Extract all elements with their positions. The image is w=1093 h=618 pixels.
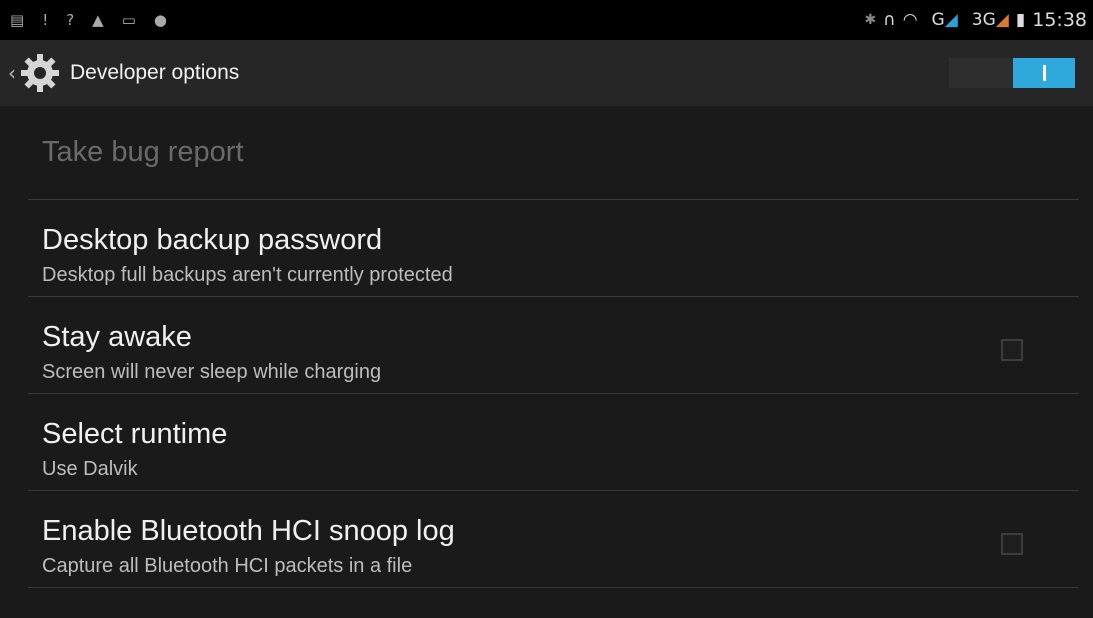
stay-awake-checkbox[interactable] — [1001, 339, 1023, 361]
wifi-icon: ◠ — [902, 9, 918, 30]
message-icon: ▤ — [10, 10, 25, 29]
screenshot-icon: ▭ — [121, 10, 136, 29]
developer-options-toggle[interactable] — [949, 58, 1075, 88]
setting-select-runtime[interactable]: Select runtime Use Dalvik — [28, 394, 1079, 491]
setting-title: Desktop backup password — [42, 224, 383, 256]
bluetooth-icon: ✱ — [864, 12, 877, 28]
setting-title: Enable Bluetooth HCI snoop log — [42, 515, 455, 547]
wifi-question-icon: ? — [66, 10, 75, 29]
toggle-on-indicator — [1042, 65, 1046, 81]
action-bar: ‹ Developer options — [0, 40, 1093, 106]
setting-title: Select runtime — [42, 418, 228, 450]
battery-icon: ▮ — [1015, 9, 1026, 30]
system-icons: ✱ ∩ ◠ G◢ 3G◢ ▮ 15:38 — [858, 8, 1088, 31]
setting-stay-awake[interactable]: Stay awake Screen will never sleep while… — [28, 297, 1079, 394]
setting-desktop-backup-password[interactable]: Desktop backup password Desktop full bac… — [28, 200, 1079, 297]
setting-title: Stay awake — [42, 321, 192, 353]
page-title: Developer options — [70, 61, 240, 84]
setting-bluetooth-hci-snoop-log[interactable]: Enable Bluetooth HCI snoop log Capture a… — [28, 491, 1079, 588]
headphones-icon: ∩ — [883, 9, 896, 30]
status-bar: ▤ ! ? ▲ ▭ ● ✱ ∩ ◠ G◢ 3G◢ ▮ 15:38 — [0, 0, 1093, 40]
settings-list: Take bug report Desktop backup password … — [0, 106, 1093, 618]
setting-subtitle: Use Dalvik — [42, 458, 138, 480]
chat-icon: ● — [153, 10, 167, 29]
back-chevron-icon[interactable]: ‹ — [8, 61, 16, 85]
setting-subtitle: Desktop full backups aren't currently pr… — [42, 264, 453, 286]
g-signal-icon: G◢ — [931, 9, 958, 30]
clock: 15:38 — [1032, 8, 1087, 31]
toggle-on-thumb — [1013, 58, 1075, 88]
setting-subtitle: Screen will never sleep while charging — [42, 361, 382, 383]
alert-icon: ! — [42, 10, 49, 29]
bluetooth-hci-snoop-checkbox[interactable] — [1001, 533, 1023, 555]
gear-icon[interactable] — [18, 51, 62, 95]
notification-icons: ▤ ! ? ▲ ▭ ● — [10, 10, 185, 29]
setting-take-bug-report[interactable]: Take bug report — [28, 106, 1079, 200]
setting-title: Take bug report — [42, 136, 244, 168]
lock-icon: ▲ — [92, 10, 104, 29]
setting-subtitle: Capture all Bluetooth HCI packets in a f… — [42, 555, 413, 577]
toggle-off-track — [949, 58, 1013, 88]
3g-signal-icon: 3G◢ — [971, 9, 1009, 30]
